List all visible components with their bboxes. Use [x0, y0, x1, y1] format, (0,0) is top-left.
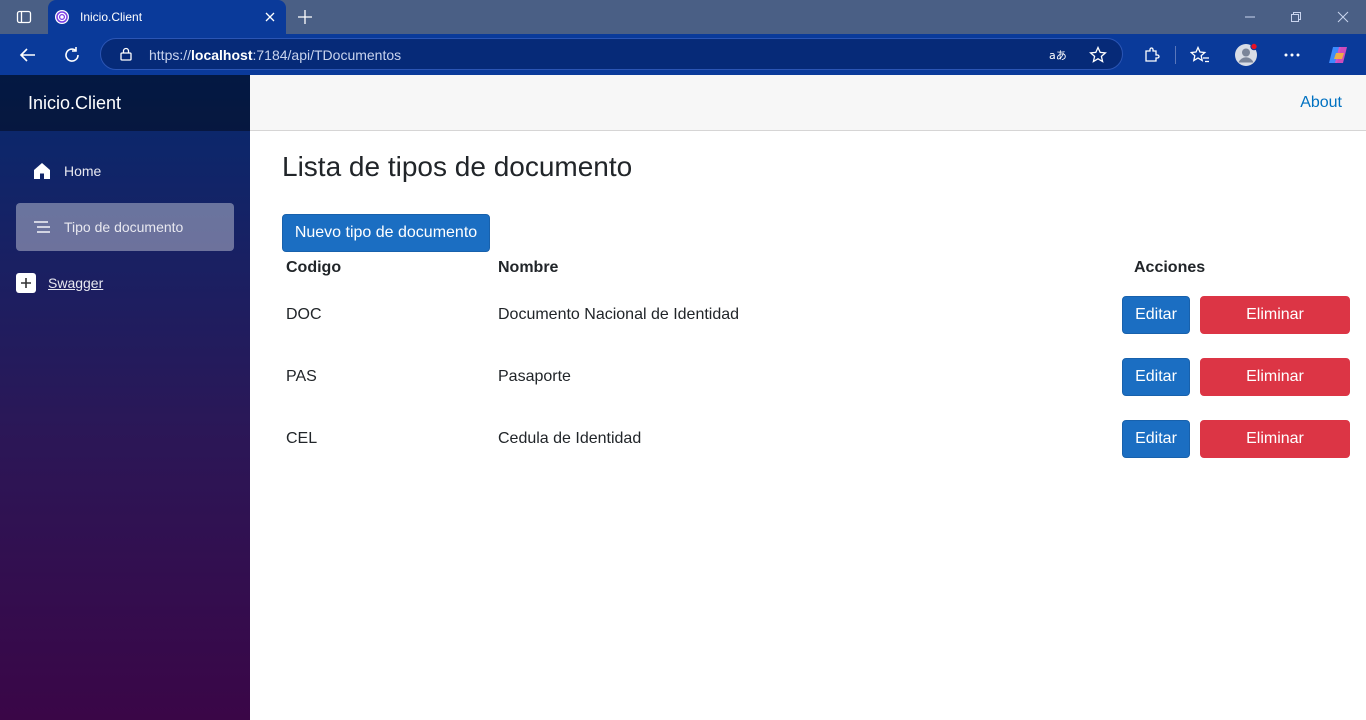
puzzle-icon: [1145, 47, 1160, 62]
cell-codigo: DOC: [286, 306, 322, 323]
swagger-nav[interactable]: Swagger: [16, 273, 216, 297]
sidebar-item-home[interactable]: Home: [16, 147, 234, 195]
delete-button[interactable]: Eliminar: [1200, 296, 1350, 334]
edit-button[interactable]: Editar: [1122, 296, 1190, 334]
cell-nombre: Cedula de Identidad: [498, 430, 642, 447]
minimize-button[interactable]: [1241, 8, 1259, 26]
tab-title: Inicio.Client: [80, 10, 143, 24]
url-prefix: https://: [149, 47, 192, 63]
lock-icon: [120, 47, 132, 61]
back-button[interactable]: [16, 43, 40, 67]
more-horizontal-icon: [1284, 53, 1300, 57]
tab-actions-icon: [16, 10, 32, 24]
list-icon: [34, 221, 50, 233]
favorite-button[interactable]: [1089, 46, 1107, 64]
brand-row: Inicio.Client: [0, 75, 250, 131]
close-window-icon: [1337, 11, 1349, 23]
avatar-icon: [1235, 43, 1258, 66]
close-icon: [265, 12, 275, 22]
browser-tab-strip: Inicio.Client: [0, 0, 1366, 34]
sidebar-item-label: Home: [64, 163, 102, 179]
copilot-icon: [1329, 47, 1347, 63]
app-favicon-icon: [55, 10, 69, 24]
browser-tab-active[interactable]: Inicio.Client: [48, 0, 286, 34]
sidebar-item-label: Tipo de documento: [64, 219, 184, 235]
arrow-left-icon: [19, 48, 35, 62]
svg-text:aあ: aあ: [1049, 49, 1067, 62]
minimize-icon: [1245, 16, 1255, 18]
restore-icon: [1291, 12, 1301, 22]
close-window-button[interactable]: [1334, 8, 1352, 26]
favorites-icon: [1190, 46, 1209, 63]
about-link[interactable]: About: [1300, 94, 1342, 112]
refresh-button[interactable]: [60, 43, 84, 67]
translate-icon: aあ: [1049, 49, 1067, 62]
star-icon: [1089, 46, 1107, 63]
plus-icon: [298, 10, 312, 24]
cell-nombre: Documento Nacional de Identidad: [498, 306, 740, 323]
url-text[interactable]: https://localhost:7184/api/TDocumentos: [149, 47, 401, 63]
cell-codigo: CEL: [286, 430, 318, 447]
tab-close-button[interactable]: [262, 9, 278, 25]
copilot-button[interactable]: [1326, 43, 1350, 67]
column-header-acciones: Acciones: [1134, 259, 1206, 276]
refresh-icon: [65, 47, 79, 62]
browser-toolbar: https://localhost:7184/api/TDocumentos a…: [0, 34, 1366, 75]
top-row: About: [250, 75, 1366, 131]
delete-button[interactable]: Eliminar: [1200, 420, 1350, 458]
swagger-link[interactable]: Swagger: [48, 275, 103, 291]
home-icon: [34, 163, 50, 179]
toolbar-divider: [1175, 46, 1176, 64]
profile-button[interactable]: [1234, 43, 1258, 67]
url-host: localhost: [191, 47, 253, 63]
column-header-codigo: Codigo: [286, 259, 342, 276]
new-document-type-button[interactable]: Nuevo tipo de documento: [282, 214, 490, 252]
read-aloud-button[interactable]: aあ: [1049, 46, 1067, 64]
new-tab-button[interactable]: [294, 6, 316, 28]
settings-menu-button[interactable]: [1280, 43, 1304, 67]
edit-button[interactable]: Editar: [1122, 358, 1190, 396]
main-content: Lista de tipos de documento Nuevo tipo d…: [250, 131, 1366, 720]
extensions-button[interactable]: [1140, 43, 1164, 67]
delete-button[interactable]: Eliminar: [1200, 358, 1350, 396]
cell-nombre: Pasaporte: [498, 368, 571, 385]
address-bar[interactable]: https://localhost:7184/api/TDocumentos a…: [100, 38, 1123, 70]
sidebar-item-tipo-de-documento[interactable]: Tipo de documento: [16, 203, 234, 251]
favorites-button[interactable]: [1188, 43, 1212, 67]
restore-button[interactable]: [1287, 8, 1305, 26]
plus-box-icon: [16, 273, 36, 293]
page-title: Lista de tipos de documento: [282, 151, 633, 182]
sidebar: Inicio.Client Home Tipo de documento Swa…: [0, 75, 250, 720]
cell-codigo: PAS: [286, 368, 317, 385]
url-path: :7184/api/TDocumentos: [252, 47, 402, 63]
column-header-nombre: Nombre: [498, 259, 559, 276]
edit-button[interactable]: Editar: [1122, 420, 1190, 458]
app-brand[interactable]: Inicio.Client: [28, 93, 121, 114]
tab-actions-button[interactable]: [10, 6, 38, 28]
